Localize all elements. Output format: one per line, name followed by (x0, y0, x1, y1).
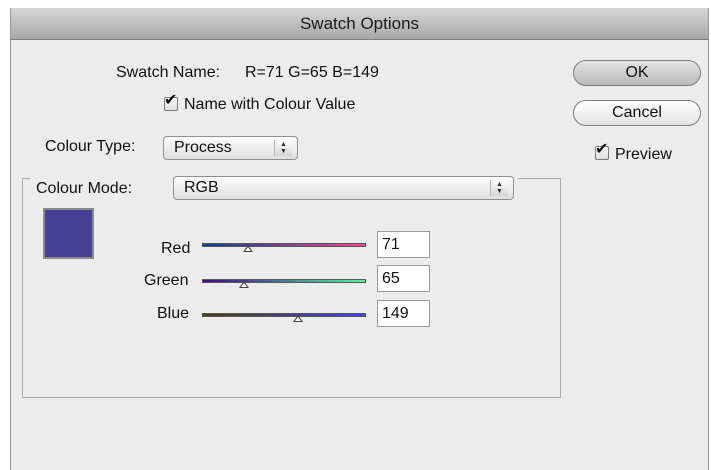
colour-swatch-preview (43, 208, 94, 259)
popup-arrows-icon: ▲ ▼ (274, 140, 292, 156)
preview-checkbox[interactable]: ✔ (595, 141, 609, 160)
colour-mode-group (22, 178, 561, 398)
colour-mode-select[interactable]: RGB ▲ ▼ (173, 176, 514, 200)
green-value-field[interactable]: 65 (377, 265, 430, 292)
green-slider-track[interactable] (202, 279, 366, 283)
preview-label[interactable]: Preview (615, 146, 672, 164)
name-with-colour-value-checkbox[interactable]: ✔ (164, 92, 178, 111)
name-with-colour-value-label[interactable]: Name with Colour Value (184, 96, 355, 114)
colour-mode-label: Colour Mode: (36, 180, 133, 197)
green-label: Green (144, 272, 189, 289)
red-slider-thumb[interactable] (242, 245, 253, 252)
red-label: Red (161, 240, 191, 257)
colour-type-value: Process (174, 139, 232, 156)
cancel-button[interactable]: Cancel (573, 100, 701, 126)
red-value-field[interactable]: 71 (377, 231, 430, 258)
colour-type-select[interactable]: Process ▲ ▼ (163, 136, 298, 160)
red-slider-track[interactable] (202, 243, 366, 247)
colour-type-label: Colour Type: (45, 138, 136, 155)
blue-value-field[interactable]: 149 (377, 300, 430, 327)
checkmark-icon: ✔ (595, 141, 609, 158)
green-slider-thumb[interactable] (238, 281, 249, 288)
blue-slider-track[interactable] (202, 313, 366, 317)
swatch-name-label: Swatch Name: (116, 64, 221, 81)
dialog-title: Swatch Options (11, 8, 708, 40)
colour-mode-value: RGB (184, 179, 219, 196)
ok-button[interactable]: OK (573, 60, 701, 86)
blue-slider-thumb[interactable] (292, 315, 303, 322)
checkmark-icon: ✔ (164, 92, 178, 109)
blue-label: Blue (157, 305, 190, 322)
popup-arrows-icon: ▲ ▼ (490, 180, 508, 196)
swatch-name-value: R=71 G=65 B=149 (245, 64, 379, 81)
